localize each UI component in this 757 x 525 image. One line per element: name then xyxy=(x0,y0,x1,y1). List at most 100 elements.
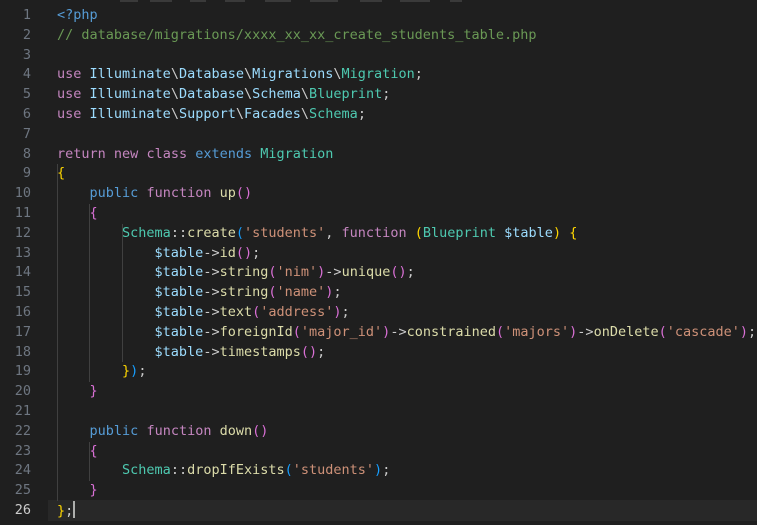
code-token: Blueprint xyxy=(422,224,497,241)
code-token: Blueprint xyxy=(309,86,383,103)
code-token: \ xyxy=(170,106,179,122)
code-token: use xyxy=(57,106,82,122)
code-token: ) xyxy=(739,323,749,340)
code-line[interactable]: // database/migrations/xxxx_xx_xx_create… xyxy=(57,26,757,46)
code-token: ( xyxy=(235,224,244,241)
code-token: $table xyxy=(154,244,204,261)
line-number: 26 xyxy=(14,502,31,518)
code-token: -> xyxy=(203,284,220,301)
code-token: constrained xyxy=(406,323,496,340)
code-token: $table xyxy=(154,323,204,340)
code-line[interactable]: use Illuminate\Database\Schema\Blueprint… xyxy=(57,85,757,105)
code-token: } xyxy=(89,383,98,400)
code-token: 'majors' xyxy=(504,323,570,340)
code-token: ; xyxy=(333,284,342,301)
code-token: ( xyxy=(414,224,423,241)
line-number: 15 xyxy=(14,284,31,301)
code-token: $table xyxy=(154,264,204,281)
code-line[interactable]: $table->id(); xyxy=(57,244,757,264)
code-line[interactable]: $table->text('address'); xyxy=(57,303,757,323)
code-token: Schema xyxy=(252,86,301,103)
code-line[interactable]: { xyxy=(57,204,757,224)
line-number: 22 xyxy=(14,422,31,439)
code-line[interactable]: $table->foreignId('major_id')->constrain… xyxy=(57,323,757,343)
code-token: unique xyxy=(341,264,391,281)
code-token: function xyxy=(146,422,212,439)
code-token: extends xyxy=(195,145,253,162)
code-token: } xyxy=(89,482,98,499)
code-token: public xyxy=(89,185,139,202)
code-token: ; xyxy=(252,244,261,261)
line-number: 25 xyxy=(14,482,31,499)
line-number: 23 xyxy=(14,442,31,459)
code-line[interactable]: { xyxy=(57,442,757,462)
line-number: 2 xyxy=(22,26,31,43)
code-token: ) xyxy=(333,304,342,320)
code-token: () xyxy=(300,343,318,360)
code-line[interactable]: }); xyxy=(57,362,757,382)
code-line[interactable]: <?php xyxy=(57,6,757,26)
line-number: 14 xyxy=(14,264,31,281)
code-line[interactable] xyxy=(57,402,757,422)
code-line[interactable]: $table->string('nim')->unique(); xyxy=(57,263,757,283)
code-token: -> xyxy=(390,323,407,340)
code-line[interactable]: use Illuminate\Support\Facades\Schema; xyxy=(57,105,757,125)
code-token: string xyxy=(219,284,269,301)
line-number: 24 xyxy=(14,462,31,479)
code-token: ( xyxy=(658,323,667,340)
code-token: () xyxy=(252,422,269,439)
code-line[interactable]: { xyxy=(57,164,757,184)
code-token: ( xyxy=(268,284,277,301)
code-line[interactable]: use Illuminate\Database\Migrations\Migra… xyxy=(57,65,757,85)
code-token: { xyxy=(57,165,66,182)
code-line[interactable]: Schema::dropIfExists('students'); xyxy=(57,461,757,481)
code-token: Support xyxy=(178,106,236,122)
code-token: Database xyxy=(178,66,244,83)
code-token: 'major_id' xyxy=(300,323,383,340)
line-number: 21 xyxy=(14,403,31,419)
code-token: ; xyxy=(382,462,391,479)
line-number: 5 xyxy=(22,86,31,103)
code-token: ( xyxy=(268,264,277,281)
code-token: <?php xyxy=(57,7,98,23)
code-token: onDelete xyxy=(593,323,659,340)
code-line[interactable]: } xyxy=(57,382,757,402)
code-token: use xyxy=(57,86,82,103)
code-line[interactable]: Schema::create('students', function (Blu… xyxy=(57,224,757,244)
code-token: ( xyxy=(495,323,505,340)
code-line[interactable]: $table->string('name'); xyxy=(57,283,757,303)
code-line[interactable] xyxy=(57,125,757,145)
code-editor[interactable]: 1 2 3 4 5 6 7 8 9 10 11 12 13 14 15 16 17 18 19 20 21 22 23 24 2… xyxy=(0,0,757,525)
code-token: string xyxy=(219,264,269,281)
code-token: ; xyxy=(341,304,350,320)
line-number: 10 xyxy=(14,185,31,202)
code-line[interactable]: }; xyxy=(57,501,757,521)
code-token: Schema xyxy=(122,462,171,479)
code-line[interactable]: $table->timestamps(); xyxy=(57,343,757,363)
code-token: function xyxy=(341,224,407,241)
code-line[interactable] xyxy=(57,46,757,66)
code-token: ; xyxy=(406,264,415,281)
code-line[interactable]: public function down() xyxy=(57,422,757,442)
code-line[interactable]: public function up() xyxy=(57,184,757,204)
code-token: \ xyxy=(170,86,179,103)
code-token: -> xyxy=(577,323,594,340)
code-token: ( xyxy=(292,323,301,340)
code-line[interactable]: return new class extends Migration xyxy=(57,145,757,165)
code-token: ) xyxy=(374,462,383,479)
code-token: ) xyxy=(552,224,562,241)
code-line[interactable]: } xyxy=(57,481,757,501)
code-token: , xyxy=(325,224,342,241)
line-number: 6 xyxy=(22,106,31,122)
line-number: 4 xyxy=(22,66,31,83)
code-token: \ xyxy=(243,66,253,83)
